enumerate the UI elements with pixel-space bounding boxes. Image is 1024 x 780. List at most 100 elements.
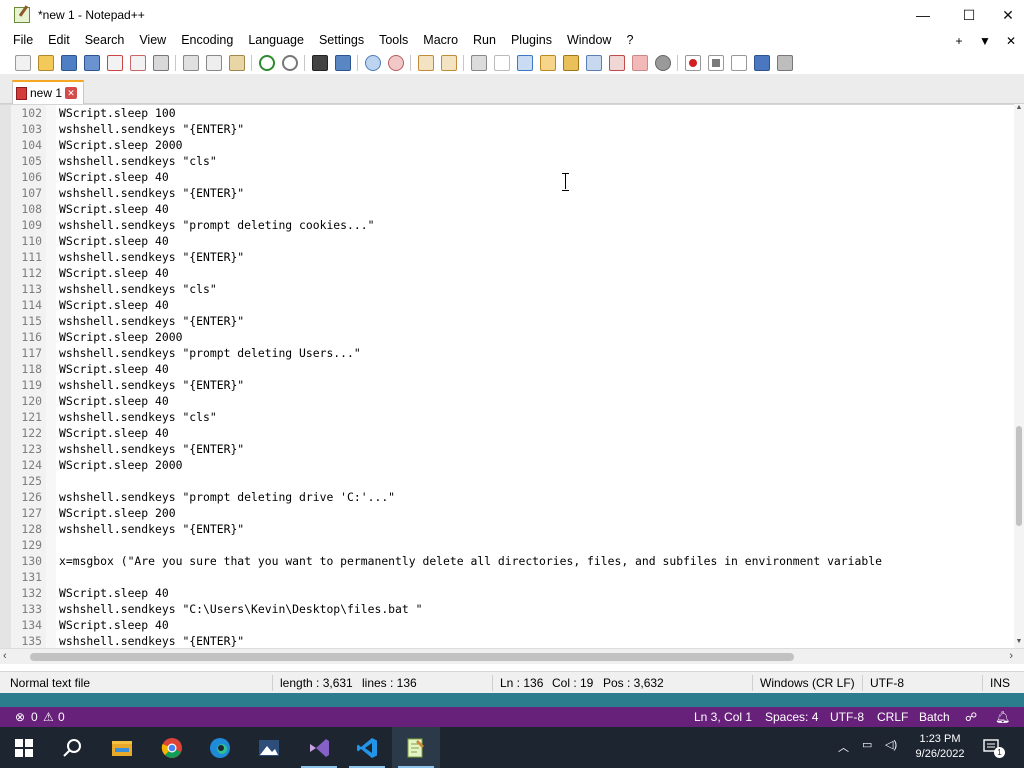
scroll-down-arrow-icon[interactable]: ▼ bbox=[1014, 638, 1024, 648]
warning-icon[interactable]: ⚠ bbox=[43, 710, 54, 724]
close-icon[interactable] bbox=[106, 54, 123, 71]
find-icon[interactable] bbox=[311, 54, 328, 71]
menu-encoding[interactable]: Encoding bbox=[174, 30, 241, 51]
menu-macro[interactable]: Macro bbox=[416, 30, 466, 51]
folder-workspace-icon[interactable] bbox=[585, 54, 602, 71]
play-macro-icon[interactable] bbox=[730, 54, 747, 71]
editor-area[interactable]: 102 WScript.sleep 100 103 wshshell.sendkeys… bbox=[0, 104, 1024, 648]
menu-language[interactable]: Language bbox=[241, 30, 312, 51]
code-line[interactable]: 107 wshshell.sendkeys "{ENTER}" bbox=[0, 185, 1014, 201]
new-file-icon[interactable] bbox=[14, 54, 31, 71]
close-all-icon[interactable] bbox=[129, 54, 146, 71]
cut-icon[interactable] bbox=[182, 54, 199, 71]
maximize-button[interactable]: ☐ bbox=[946, 0, 992, 30]
code-line[interactable]: 106 WScript.sleep 40 bbox=[0, 169, 1014, 185]
tab-new-1[interactable]: new 1 ✕ bbox=[12, 80, 85, 104]
save-all-icon[interactable] bbox=[83, 54, 100, 71]
network-icon[interactable]: ▭ bbox=[862, 738, 872, 779]
warning-count[interactable]: 0 bbox=[58, 710, 65, 724]
run-macro-multiple-icon[interactable] bbox=[753, 54, 770, 71]
code-line[interactable]: 115 wshshell.sendkeys "{ENTER}" bbox=[0, 313, 1014, 329]
menu-file[interactable]: File bbox=[0, 30, 41, 51]
menu-tools[interactable]: Tools bbox=[372, 30, 416, 51]
code-line[interactable]: 131 bbox=[0, 569, 1014, 585]
code-line[interactable]: 108 WScript.sleep 40 bbox=[0, 201, 1014, 217]
replace-icon[interactable] bbox=[334, 54, 351, 71]
code-line[interactable]: 121 wshshell.sendkeys "cls" bbox=[0, 409, 1014, 425]
error-count[interactable]: 0 bbox=[31, 710, 38, 724]
close-document-button[interactable]: ✕ bbox=[998, 34, 1024, 48]
horizontal-scrollbar[interactable]: ‹ › bbox=[0, 648, 1024, 664]
vscode-cursor-position[interactable]: Ln 3, Col 1 bbox=[694, 710, 752, 724]
taskbar-file-explorer[interactable] bbox=[98, 727, 146, 768]
code-line[interactable]: 120 WScript.sleep 40 bbox=[0, 393, 1014, 409]
sync-vertical-icon[interactable] bbox=[417, 54, 434, 71]
code-line[interactable]: 126 wshshell.sendkeys "prompt deleting dr… bbox=[0, 489, 1014, 505]
function-list-icon[interactable] bbox=[562, 54, 579, 71]
print-icon[interactable] bbox=[152, 54, 169, 71]
taskbar-search-button[interactable] bbox=[48, 727, 96, 768]
error-icon[interactable]: ⊗ bbox=[15, 710, 25, 724]
vertical-scroll-thumb[interactable] bbox=[1016, 426, 1022, 526]
zoom-out-icon[interactable] bbox=[387, 54, 404, 71]
show-hidden-icons-chevron-icon[interactable]: ︿ bbox=[838, 739, 849, 780]
code-line[interactable]: 127 WScript.sleep 200 bbox=[0, 505, 1014, 521]
undo-icon[interactable] bbox=[258, 54, 275, 71]
action-center-button[interactable]: 1 bbox=[982, 737, 1006, 758]
scroll-left-arrow-icon[interactable]: ‹ bbox=[3, 650, 7, 662]
vscode-eol[interactable]: CRLF bbox=[877, 710, 908, 724]
paste-icon[interactable] bbox=[228, 54, 245, 71]
vscode-language-mode[interactable]: Batch bbox=[919, 710, 950, 724]
code-line[interactable]: 132 WScript.sleep 40 bbox=[0, 585, 1014, 601]
code-line[interactable]: 109 wshshell.sendkeys "prompt deleting co… bbox=[0, 217, 1014, 233]
taskbar-chrome[interactable] bbox=[148, 727, 196, 768]
code-line[interactable]: 122 WScript.sleep 40 bbox=[0, 425, 1014, 441]
code-line[interactable]: 110 WScript.sleep 40 bbox=[0, 233, 1014, 249]
document-map-icon[interactable] bbox=[539, 54, 556, 71]
save-macro-icon[interactable] bbox=[776, 54, 793, 71]
code-line[interactable]: 119 wshshell.sendkeys "{ENTER}" bbox=[0, 377, 1014, 393]
menu-edit[interactable]: Edit bbox=[41, 30, 78, 51]
vscode-indentation[interactable]: Spaces: 4 bbox=[765, 710, 818, 724]
menu-help[interactable]: ? bbox=[619, 30, 641, 51]
code-line[interactable]: 102 WScript.sleep 100 bbox=[0, 105, 1014, 121]
taskbar-photos[interactable] bbox=[245, 727, 293, 768]
feedback-icon[interactable]: ☍ bbox=[965, 710, 977, 724]
start-button[interactable] bbox=[0, 727, 48, 768]
zoom-in-icon[interactable] bbox=[364, 54, 381, 71]
scroll-right-arrow-icon[interactable]: › bbox=[1009, 650, 1013, 662]
code-line[interactable]: 118 WScript.sleep 40 bbox=[0, 361, 1014, 377]
code-line[interactable]: 125 bbox=[0, 473, 1014, 489]
monitoring-icon[interactable] bbox=[608, 54, 625, 71]
code-line[interactable]: 134 WScript.sleep 40 bbox=[0, 617, 1014, 633]
menu-settings[interactable]: Settings bbox=[312, 30, 372, 51]
notifications-bell-icon[interactable]: 🔔︎ bbox=[995, 710, 1010, 724]
menu-plugins[interactable]: Plugins bbox=[504, 30, 560, 51]
taskbar-clock[interactable]: 1:23 PM 9/26/2022 bbox=[905, 732, 975, 762]
open-file-icon[interactable] bbox=[37, 54, 54, 71]
code-line[interactable]: 123 wshshell.sendkeys "{ENTER}" bbox=[0, 441, 1014, 457]
taskbar-visual-studio[interactable] bbox=[295, 727, 343, 768]
code-line[interactable]: 130 x=msgbox ("Are you sure that you want… bbox=[0, 553, 1014, 569]
code-line[interactable]: 117 wshshell.sendkeys "prompt deleting Us… bbox=[0, 345, 1014, 361]
save-icon[interactable] bbox=[60, 54, 77, 71]
volume-icon[interactable]: ◁) bbox=[885, 738, 897, 779]
code-line[interactable]: 105 wshshell.sendkeys "cls" bbox=[0, 153, 1014, 169]
show-all-characters-icon[interactable] bbox=[493, 54, 510, 71]
taskbar-vscode[interactable] bbox=[343, 727, 391, 768]
stop-macro-icon[interactable] bbox=[707, 54, 724, 71]
code-line[interactable]: 111 wshshell.sendkeys "{ENTER}" bbox=[0, 249, 1014, 265]
copy-icon[interactable] bbox=[205, 54, 222, 71]
code-line[interactable]: 103 wshshell.sendkeys "{ENTER}" bbox=[0, 121, 1014, 137]
menu-run[interactable]: Run bbox=[466, 30, 504, 51]
tab-close-icon[interactable]: ✕ bbox=[65, 87, 78, 99]
code-line[interactable]: 104 WScript.sleep 2000 bbox=[0, 137, 1014, 153]
menu-search[interactable]: Search bbox=[78, 30, 133, 51]
code-line[interactable]: 116 WScript.sleep 2000 bbox=[0, 329, 1014, 345]
vscode-encoding[interactable]: UTF-8 bbox=[830, 710, 864, 724]
redo-icon[interactable] bbox=[281, 54, 298, 71]
minimize-button[interactable]: — bbox=[900, 0, 946, 30]
folder-as-workspace-icon[interactable] bbox=[631, 54, 648, 71]
sync-horizontal-icon[interactable] bbox=[440, 54, 457, 71]
taskbar-notepadpp[interactable] bbox=[392, 727, 440, 768]
